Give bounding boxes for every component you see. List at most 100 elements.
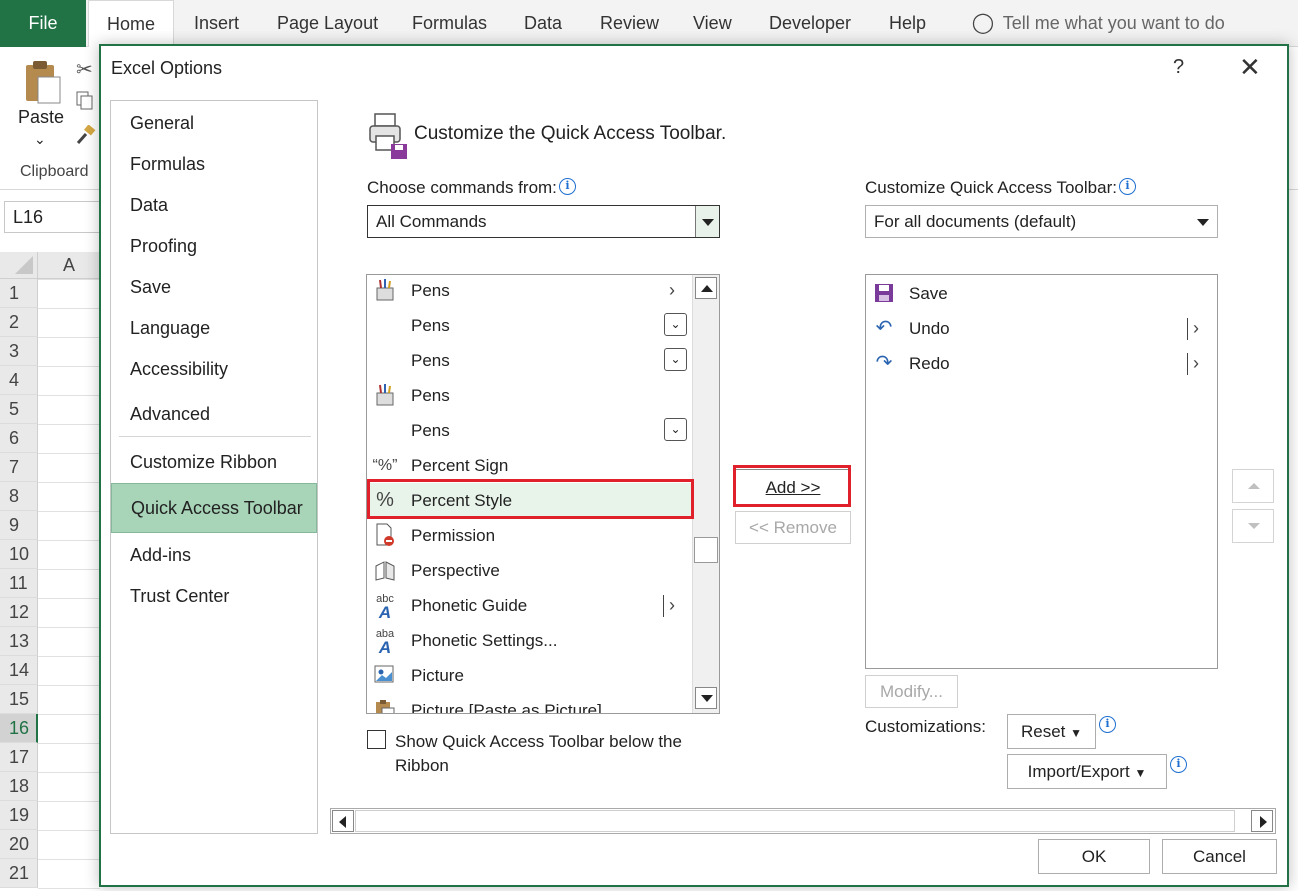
close-icon[interactable]: ✕ <box>1239 52 1261 83</box>
modify-button[interactable]: Modify... <box>865 675 958 708</box>
nav-item-proofing[interactable]: Proofing <box>111 226 317 266</box>
list-item[interactable]: abа A Phonetic Settings... <box>367 623 692 658</box>
scroll-down-icon[interactable] <box>695 687 717 709</box>
chevron-down-icon[interactable]: ⌄ <box>34 131 46 148</box>
tell-me-search[interactable]: ◯ Tell me what you want to do <box>968 0 1225 47</box>
tab-insert[interactable]: Insert <box>194 0 239 47</box>
row-header[interactable]: 3 <box>0 337 38 366</box>
scroll-up-icon[interactable] <box>695 277 717 299</box>
tab-page-layout[interactable]: Page Layout <box>277 0 378 47</box>
list-item[interactable]: Permission <box>367 518 692 553</box>
tab-review[interactable]: Review <box>600 0 659 47</box>
show-below-ribbon-label[interactable]: Show Quick Access Toolbar below the Ribb… <box>395 730 682 778</box>
list-item[interactable]: ↶ Undo › <box>866 311 1217 346</box>
move-up-button[interactable] <box>1232 469 1274 503</box>
paste-label[interactable]: Paste <box>18 107 64 128</box>
info-icon[interactable]: i <box>558 178 576 195</box>
list-item[interactable]: Pens ⌄ <box>367 343 692 378</box>
list-item[interactable]: abc A Phonetic Guide › <box>367 588 692 623</box>
nav-item-advanced[interactable]: Advanced <box>111 394 317 434</box>
nav-item-general[interactable]: General <box>111 103 317 143</box>
row-header[interactable]: 5 <box>0 395 38 424</box>
list-item[interactable]: Pens ⌄ <box>367 413 692 448</box>
scissors-icon[interactable]: ✂ <box>76 57 93 82</box>
row-header[interactable]: 8 <box>0 482 38 511</box>
list-item[interactable]: Pens › <box>367 275 692 308</box>
copy-icon[interactable] <box>76 91 94 111</box>
name-box[interactable]: L16 <box>4 201 100 233</box>
ok-button[interactable]: OK <box>1038 839 1150 874</box>
tab-developer[interactable]: Developer <box>769 0 851 47</box>
nav-item-save[interactable]: Save <box>111 267 317 307</box>
tab-view[interactable]: View <box>693 0 732 47</box>
worksheet-grid[interactable] <box>38 279 100 891</box>
row-header[interactable]: 2 <box>0 308 38 337</box>
commands-list-scrollbar[interactable] <box>692 275 719 713</box>
tab-help[interactable]: Help <box>889 0 926 47</box>
row-header[interactable]: 14 <box>0 656 38 685</box>
move-down-button[interactable] <box>1232 509 1274 543</box>
column-header-a[interactable]: A <box>38 252 100 279</box>
help-icon[interactable]: ? <box>1173 56 1184 79</box>
add-button[interactable]: Add >> <box>735 469 851 507</box>
row-header[interactable]: 15 <box>0 685 38 714</box>
list-item-selected[interactable]: % Percent Style <box>367 483 692 518</box>
scroll-left-icon[interactable] <box>332 810 354 832</box>
nav-item-customize-ribbon[interactable]: Customize Ribbon <box>111 442 317 482</box>
row-header[interactable]: 16 <box>0 714 38 743</box>
scroll-track[interactable] <box>355 810 1235 832</box>
cancel-button[interactable]: Cancel <box>1162 839 1277 874</box>
info-icon[interactable]: i <box>1170 756 1187 773</box>
chevron-down-icon[interactable] <box>695 206 719 237</box>
tab-home[interactable]: Home <box>88 0 174 48</box>
row-header[interactable]: 7 <box>0 453 38 482</box>
choose-commands-select[interactable]: All Commands <box>367 205 720 238</box>
row-header[interactable]: 10 <box>0 540 38 569</box>
list-item[interactable]: Perspective <box>367 553 692 588</box>
info-icon[interactable]: i <box>1099 716 1116 733</box>
info-icon[interactable]: i <box>1118 178 1136 195</box>
list-item[interactable]: Pens ⌄ <box>367 308 692 343</box>
list-item[interactable]: Save <box>866 276 1217 311</box>
row-header[interactable]: 19 <box>0 801 38 830</box>
tab-data[interactable]: Data <box>524 0 562 47</box>
select-all-corner[interactable] <box>0 252 38 279</box>
import-export-button[interactable]: Import/Export ▼ <box>1007 754 1167 789</box>
list-item[interactable]: Picture [Paste as Picture] <box>367 693 692 713</box>
horizontal-scrollbar[interactable] <box>330 808 1276 834</box>
nav-item-data[interactable]: Data <box>111 185 317 225</box>
nav-item-add-ins[interactable]: Add-ins <box>111 535 317 575</box>
scroll-thumb[interactable] <box>694 537 718 563</box>
nav-item-quick-access-toolbar[interactable]: Quick Access Toolbar <box>111 483 317 533</box>
list-item[interactable]: ↷ Redo › <box>866 346 1217 381</box>
row-header[interactable]: 9 <box>0 511 38 540</box>
paste-icon[interactable] <box>22 59 62 105</box>
list-item[interactable]: “%” Percent Sign <box>367 448 692 483</box>
tab-formulas[interactable]: Formulas <box>412 0 487 47</box>
row-header[interactable]: 21 <box>0 859 38 888</box>
row-header[interactable]: 11 <box>0 569 38 598</box>
quick-access-toolbar-list[interactable]: Save ↶ Undo › ↷ Redo › <box>865 274 1218 669</box>
row-header[interactable]: 6 <box>0 424 38 453</box>
row-header[interactable]: 18 <box>0 772 38 801</box>
format-painter-icon[interactable] <box>76 125 96 145</box>
show-below-ribbon-checkbox[interactable] <box>367 730 386 749</box>
customize-toolbar-select[interactable]: For all documents (default) <box>865 205 1218 238</box>
remove-button[interactable]: << Remove <box>735 511 851 544</box>
row-header[interactable]: 20 <box>0 830 38 859</box>
tab-file[interactable]: File <box>0 0 86 47</box>
row-header[interactable]: 1 <box>0 279 38 308</box>
nav-item-trust-center[interactable]: Trust Center <box>111 576 317 616</box>
list-item[interactable]: Picture <box>367 658 692 693</box>
row-header[interactable]: 17 <box>0 743 38 772</box>
row-header[interactable]: 13 <box>0 627 38 656</box>
row-header[interactable]: 12 <box>0 598 38 627</box>
nav-item-formulas[interactable]: Formulas <box>111 144 317 184</box>
row-header[interactable]: 4 <box>0 366 38 395</box>
nav-item-language[interactable]: Language <box>111 308 317 348</box>
commands-list[interactable]: Pens › Pens ⌄ Pens ⌄ Pens Pens ⌄ “%” Per… <box>366 274 720 714</box>
nav-item-accessibility[interactable]: Accessibility <box>111 349 317 389</box>
reset-button[interactable]: Reset ▼ <box>1007 714 1096 749</box>
list-item[interactable]: Pens <box>367 378 692 413</box>
scroll-right-icon[interactable] <box>1251 810 1273 832</box>
